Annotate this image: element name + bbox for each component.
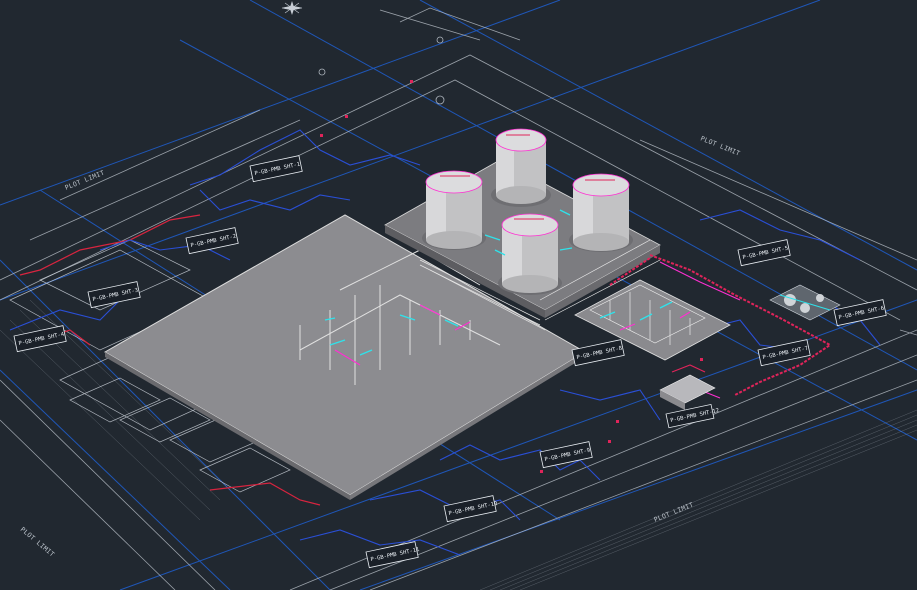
sheet-tag[interactable]: P-GB-PMB SHT-6 [833, 299, 887, 327]
storage-tank-3[interactable] [422, 170, 486, 250]
plot-limit-label: PLOT LIMIT [19, 525, 56, 558]
sheet-tag[interactable]: P-GB-PMB SHT-8 [571, 339, 625, 367]
sheet-tag[interactable]: P-GB-PMB SHT-11 [365, 541, 421, 569]
sheet-tag[interactable]: P-GB-PMB SHT-5 [737, 239, 791, 267]
compass-rose-icon [281, 1, 303, 15]
isometric-plant-drawing[interactable]: P-GB-PMB SHT-1 P-GB-PMB SHT-2 P-GB-PMB S… [0, 0, 917, 590]
sheet-tag[interactable]: P-GB-PMB SHT-1 [249, 155, 303, 183]
storage-tank-2[interactable] [569, 173, 633, 252]
sheet-tag[interactable]: P-GB-PMB SHT-12 [665, 403, 720, 429]
sheet-tag[interactable]: P-GB-PMB SHT-7 [757, 339, 811, 367]
sheet-tag[interactable]: P-GB-PMB SHT-10 [443, 495, 499, 523]
right-equipment-cluster [769, 284, 841, 321]
plot-limit-label: PLOT LIMIT [64, 169, 106, 192]
storage-tank-1[interactable] [491, 128, 551, 207]
plot-limit-label: PLOT LIMIT [699, 134, 741, 157]
sheet-tag[interactable]: P-GB-PMB SHT-4 [13, 325, 67, 353]
sheet-tag[interactable]: P-GB-PMB SHT-2 [185, 227, 239, 255]
utility-skid [659, 364, 716, 410]
plot-limit-label: PLOT LIMIT [653, 501, 695, 524]
storage-tank-4[interactable] [498, 213, 562, 295]
cad-model-viewport[interactable]: P-GB-PMB SHT-1 P-GB-PMB SHT-2 P-GB-PMB S… [0, 0, 917, 590]
